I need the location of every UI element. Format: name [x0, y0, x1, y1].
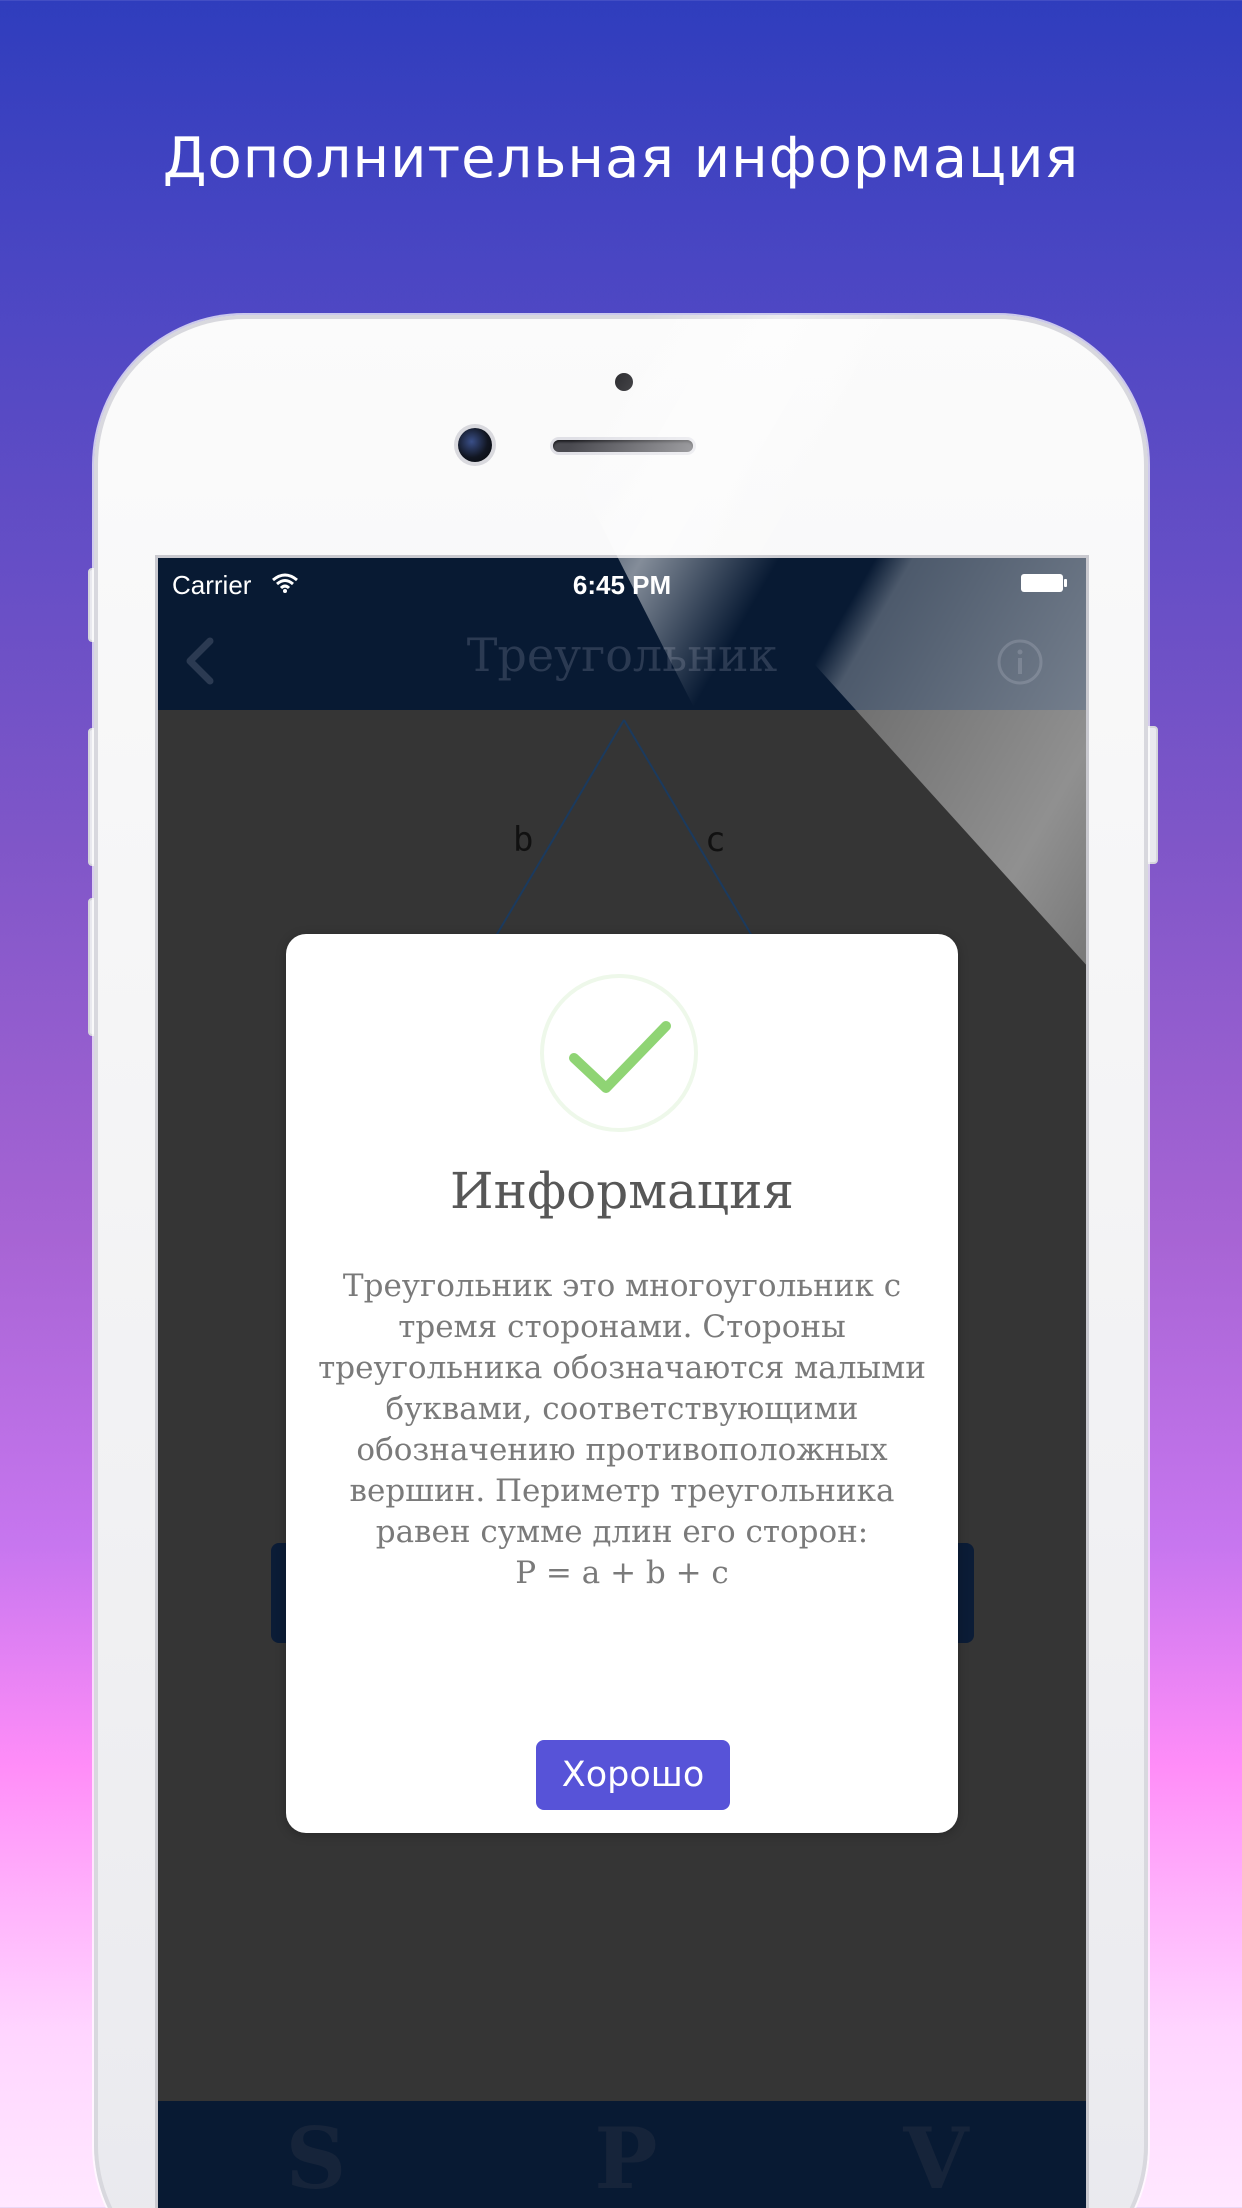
dialog-formula: P = a + b + c [515, 1555, 729, 1591]
status-time: 6:45 PM [572, 570, 672, 600]
headline: Дополнительная информация [162, 126, 1080, 191]
tab-area[interactable]: S [256, 2109, 376, 2208]
tab-bar: S P V [158, 2101, 1086, 2208]
navigation-bar: Треугольник [158, 610, 1086, 710]
front-camera [458, 428, 492, 462]
info-icon[interactable] [996, 638, 1044, 686]
nav-title: Треугольник [466, 628, 778, 682]
tab-volume[interactable]: V [876, 2109, 996, 2208]
side-label-c: c [705, 820, 726, 860]
dialog-message-text: Треугольник это многоугольник с тремя ст… [318, 1268, 926, 1550]
ok-button[interactable]: Хорошо [536, 1740, 730, 1810]
dialog-message: Треугольник это многоугольник с тремя ст… [316, 1266, 928, 1594]
side-label-b: b [513, 820, 534, 860]
proximity-sensor [615, 373, 633, 391]
earpiece-speaker [553, 440, 693, 452]
battery-icon [1021, 574, 1067, 592]
dialog-title: Информация [450, 1162, 794, 1220]
checkmark-icon [569, 1021, 671, 1093]
info-dialog: Информация Треугольник это многоугольник… [286, 934, 958, 1833]
tab-perimeter[interactable]: P [566, 2109, 686, 2208]
status-bar: Carrier 6:45 PM [158, 558, 1086, 610]
